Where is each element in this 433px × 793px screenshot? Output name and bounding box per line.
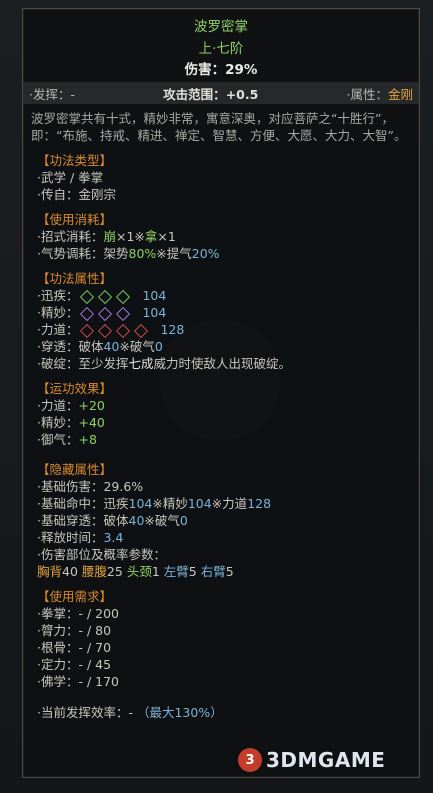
req-strength: ·膂力：- / 80 [37,623,112,638]
diamond-icon [98,306,113,321]
finesse-row: ·精妙： 104 [37,305,167,321]
speed-row: ·迅疾： 104 [37,288,167,304]
req-fist: ·拳掌：- / 200 [37,606,120,621]
section-hidden-title: 【隐藏属性】 [37,462,113,477]
section-req-title: 【使用需求】 [37,589,113,604]
base-penetration-line: ·基础穿透：破体40※破气0 [37,513,188,528]
effect-qi: ·御气：+8 [37,432,97,447]
diamond-icon [116,289,131,304]
diamond-icon [134,323,149,338]
effect-strength: ·力道：+20 [37,398,105,413]
skill-description: 波罗密掌共有十式，精妙非常，寓意深奥，对应菩萨之“十胜行”，即：“布施、持戒、精… [31,111,407,143]
diamond-icon [80,289,95,304]
stat-bar: ·发挥：- 攻击范围：+0.5 ·属性：金刚 [23,82,419,104]
diamond-icon [98,323,113,338]
diamond-icon [80,306,95,321]
skill-title: 波罗密掌 [194,19,248,35]
hit-parts-line: 胸背40 腰腹25 头颈1 左臂5 右臂5 [37,564,234,579]
req-buddhism: ·佛学：- / 170 [37,674,120,689]
flaw-line: ·破绽：至少发挥七成威力时使敌人出现破绽。 [37,356,292,371]
release-time-line: ·释放时间：3.4 [37,530,124,545]
base-damage-line: ·基础伤害：29.6% [37,479,144,494]
diamond-icon [116,306,131,321]
logo-text: 3DMGAME [266,748,386,772]
req-focus: ·定力：- / 45 [37,657,112,672]
diamond-icon [80,323,95,338]
effect-finesse: ·精妙：+40 [37,415,105,430]
hit-parts-label: ·伤害部位及概率参数： [37,547,166,562]
fafa-field: ·发挥：- [29,86,75,102]
strength-row: ·力道： 128 [37,322,185,338]
qi-cost-line: ·气势调耗：架势80%※提气20% [37,246,220,261]
efficiency-line: ·当前发挥效率：- （最大130%） [37,705,223,720]
diamond-icon [116,323,131,338]
section-attr-title: 【功法属性】 [37,271,113,286]
skill-grade: 上·七阶 [198,41,244,57]
watermark-logo: 3 3DMGAME [238,748,385,772]
type-line: ·武学 / 拳掌 [37,170,104,185]
section-type-title: 【功法类型】 [37,153,113,168]
penetration-line: ·穿透：破体40※破气0 [37,339,163,354]
logo-icon: 3 [238,748,262,772]
attribute-field: ·属性：金刚 [346,86,413,102]
origin-line: ·传自：金刚宗 [37,187,116,202]
skill-tooltip-panel: 波罗密掌 上·七阶 伤害：29% ·发挥：- 攻击范围：+0.5 ·属性：金刚 … [22,8,420,778]
base-hit-line: ·基础命中：迅疾104※精妙104※力道128 [37,496,272,511]
section-effect-title: 【运功效果】 [37,381,113,396]
attack-range: 攻击范围：+0.5 [163,86,259,102]
req-bone: ·根骨：- / 70 [37,640,112,655]
section-cost-title: 【使用消耗】 [37,212,113,227]
diamond-icon [98,289,113,304]
move-cost-line: ·招式消耗：崩×1※拿×1 [37,229,176,244]
skill-damage: 伤害：29% [184,62,258,78]
